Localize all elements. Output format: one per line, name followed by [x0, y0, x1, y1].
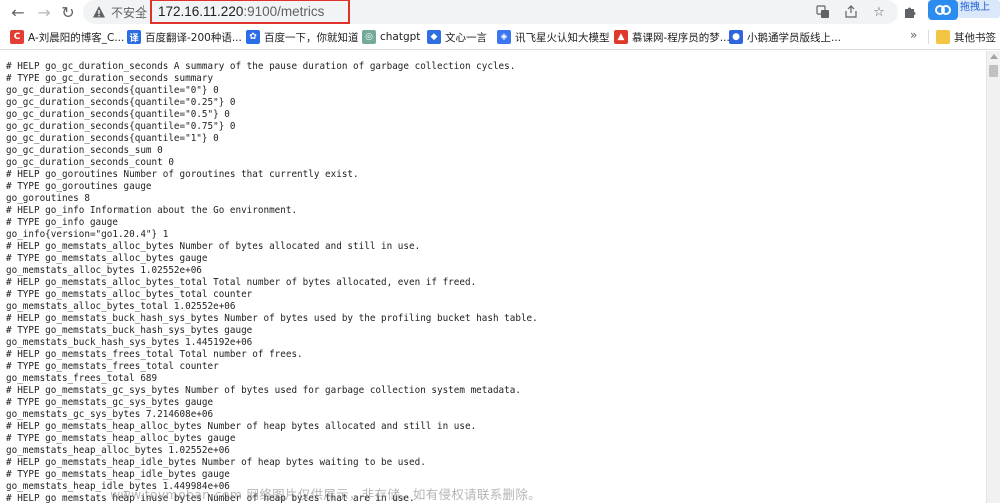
- metrics-text: # HELP go_gc_duration_seconds A summary …: [6, 61, 538, 503]
- bookmark-label: 百度一下，你就知道: [264, 31, 359, 44]
- metrics-line: go_gc_duration_seconds_sum 0: [6, 145, 163, 156]
- metrics-line: # TYPE go_memstats_alloc_bytes_total cou…: [6, 289, 253, 300]
- metrics-line: # HELP go_memstats_heap_alloc_bytes Numb…: [6, 421, 477, 432]
- forward-arrow-icon[interactable]: →: [34, 2, 54, 22]
- bookmark-item[interactable]: ◎ chatgpt: [362, 28, 420, 46]
- bookmarks-overflow-chevron[interactable]: »: [910, 28, 917, 42]
- metrics-line: # HELP go_memstats_alloc_bytes_total Tot…: [6, 277, 477, 288]
- vertical-scrollbar[interactable]: [986, 51, 1000, 503]
- metrics-line: go_memstats_gc_sys_bytes 7.214608e+06: [6, 409, 214, 420]
- bookmark-item[interactable]: ● 小鹅通学员版线上...: [729, 28, 841, 46]
- address-bar-actions: ☆: [814, 3, 888, 21]
- watermark-text: www.toymoban.com 网络图片仅供展示，非存储，如有侵权请联系删除。: [110, 487, 541, 502]
- metrics-line: go_gc_duration_seconds{quantile="0"} 0: [6, 85, 219, 96]
- security-status-label[interactable]: 不安全: [111, 4, 147, 21]
- metrics-line: # TYPE go_memstats_frees_total counter: [6, 361, 219, 372]
- share-icon[interactable]: [842, 3, 860, 21]
- metrics-line: # HELP go_gc_duration_seconds A summary …: [6, 61, 516, 72]
- browser-toolbar: ← → ↻ 不安全 172.16.11.220:9100/metrics ☆ 拖…: [0, 0, 1000, 24]
- scrollbar-thumb[interactable]: [989, 65, 998, 77]
- metrics-line: go_gc_duration_seconds{quantile="0.5"} 0: [6, 109, 230, 120]
- url-host: 172.16.11.220: [158, 4, 244, 19]
- metrics-line: # TYPE go_memstats_heap_alloc_bytes gaug…: [6, 433, 236, 444]
- metrics-line: # TYPE go_gc_duration_seconds summary: [6, 73, 214, 84]
- back-arrow-icon[interactable]: ←: [8, 2, 28, 22]
- metrics-line: go_memstats_alloc_bytes 1.02552e+06: [6, 265, 202, 276]
- metrics-line: # HELP go_goroutines Number of goroutine…: [6, 169, 359, 180]
- metrics-line: # TYPE go_info gauge: [6, 217, 118, 228]
- metrics-line: # HELP go_memstats_alloc_bytes Number of…: [6, 241, 421, 252]
- translate-icon: 译: [127, 30, 141, 44]
- bookmark-item[interactable]: 译百度翻译-200种语...: [127, 28, 242, 46]
- scroll-up-arrow-icon[interactable]: [990, 54, 998, 59]
- metrics-line: go_memstats_heap_alloc_bytes 1.02552e+06: [6, 445, 230, 456]
- metrics-line: go_gc_duration_seconds_count 0: [6, 157, 174, 168]
- other-bookmarks[interactable]: 其他书签: [936, 28, 996, 46]
- xiaoetong-icon: ●: [729, 30, 743, 44]
- metrics-line: # TYPE go_memstats_gc_sys_bytes gauge: [6, 397, 214, 408]
- reload-icon[interactable]: ↻: [58, 2, 78, 22]
- warning-triangle-icon[interactable]: [92, 5, 106, 19]
- chatgpt-icon: ◎: [362, 30, 376, 44]
- metrics-line: # HELP go_info Information about the Go …: [6, 205, 298, 216]
- address-divider: [143, 5, 144, 19]
- bookmark-label: A-刘晨阳的博客_C...: [28, 31, 125, 44]
- metrics-line: # HELP go_memstats_frees_total Total num…: [6, 349, 303, 360]
- folder-icon: [936, 30, 950, 44]
- bookmark-item[interactable]: ✿ 百度一下，你就知道: [246, 28, 359, 46]
- xunfei-icon: ◈: [497, 30, 511, 44]
- metrics-line: # HELP go_memstats_buck_hash_sys_bytes N…: [6, 313, 538, 324]
- imooc-icon: ▲: [614, 30, 628, 44]
- url-highlight-box: 172.16.11.220:9100/metrics: [150, 0, 350, 24]
- bookmark-item[interactable]: ◈ 讯飞星火认知大模型: [497, 28, 610, 46]
- metrics-line: go_gc_duration_seconds{quantile="0.25"} …: [6, 97, 236, 108]
- bookmark-label: 百度翻译-200种语...: [145, 31, 242, 44]
- metrics-line: # TYPE go_goroutines gauge: [6, 181, 152, 192]
- csdn-icon: C: [10, 30, 24, 44]
- metrics-line: go_memstats_alloc_bytes_total 1.02552e+0…: [6, 301, 236, 312]
- metrics-line: # HELP go_memstats_heap_idle_bytes Numbe…: [6, 457, 426, 468]
- metrics-line: # TYPE go_memstats_alloc_bytes gauge: [6, 253, 208, 264]
- wenxin-icon: ◆: [427, 30, 441, 44]
- page-content: # HELP go_gc_duration_seconds A summary …: [0, 51, 986, 503]
- bookmark-item[interactable]: ◆ 文心一言: [427, 28, 487, 46]
- metrics-line: go_gc_duration_seconds{quantile="1"} 0: [6, 133, 219, 144]
- bookmarks-divider: [928, 30, 929, 44]
- extensions-puzzle-icon[interactable]: [901, 3, 919, 21]
- metrics-line: # TYPE go_memstats_heap_idle_bytes gauge: [6, 469, 230, 480]
- metrics-line: go_goroutines 8: [6, 193, 90, 204]
- bookmark-item[interactable]: ▲ 慕课网-程序员的梦...: [614, 28, 730, 46]
- baidu-paw-icon: ✿: [246, 30, 260, 44]
- other-bookmarks-label: 其他书签: [954, 31, 996, 44]
- bookmark-item[interactable]: C A-刘晨阳的博客_C...: [10, 28, 124, 46]
- bookmark-label: chatgpt: [380, 31, 421, 43]
- bookmark-label: 慕课网-程序员的梦...: [632, 31, 730, 44]
- bookmark-label: 文心一言: [445, 31, 487, 44]
- bookmark-label: 讯飞星火认知大模型: [515, 31, 610, 44]
- metrics-line: # TYPE go_memstats_buck_hash_sys_bytes g…: [6, 325, 253, 336]
- metrics-line: # HELP go_memstats_gc_sys_bytes Number o…: [6, 385, 521, 396]
- bookmark-star-icon[interactable]: ☆: [870, 3, 888, 21]
- address-bar[interactable]: 不安全 172.16.11.220:9100/metrics ☆: [83, 0, 898, 24]
- bookmarks-bar: » 其他书签 C A-刘晨阳的博客_C... 译百度翻译-200种语... ✿ 百度一下…: [0, 24, 1000, 50]
- metrics-line: go_memstats_buck_hash_sys_bytes 1.445192…: [6, 337, 253, 348]
- metrics-line: go_info{version="go1.20.4"} 1: [6, 229, 169, 240]
- metrics-line: go_gc_duration_seconds{quantile="0.75"} …: [6, 121, 236, 132]
- extension-badge-icon[interactable]: [928, 0, 958, 20]
- translate-icon[interactable]: [814, 3, 832, 21]
- url-path: :9100/metrics: [243, 4, 325, 19]
- extension-badge-label[interactable]: 拖拽上: [958, 0, 1000, 18]
- url-text[interactable]: 172.16.11.220:9100/metrics: [158, 4, 324, 19]
- bookmark-label: 小鹅通学员版线上...: [747, 31, 842, 44]
- metrics-line: go_memstats_frees_total 689: [6, 373, 158, 384]
